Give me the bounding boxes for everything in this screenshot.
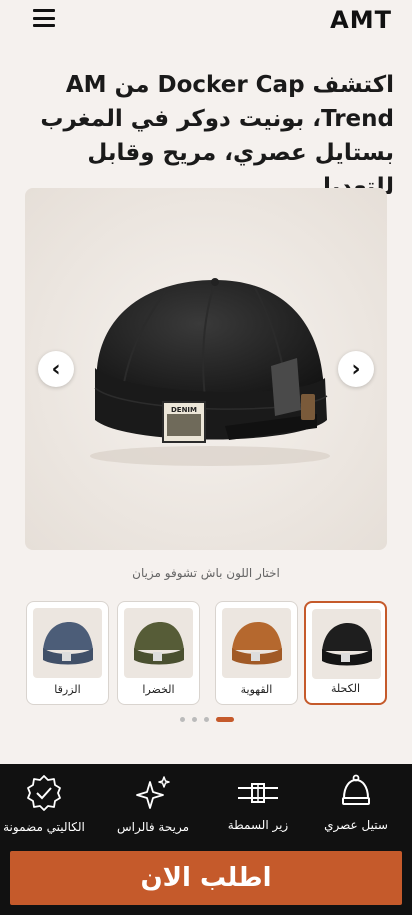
swatch-label: الخضرا bbox=[142, 683, 175, 696]
feature-quality: الكاليتي مضمونة bbox=[0, 774, 88, 835]
swatch-label: الزرقا bbox=[54, 683, 81, 696]
swatch-brown[interactable]: القهوية bbox=[215, 601, 298, 705]
sparkles-icon bbox=[136, 776, 170, 809]
carousel-dot[interactable] bbox=[204, 717, 209, 722]
order-now-button[interactable]: اطلب الان bbox=[10, 851, 402, 905]
adjustable-strap-icon bbox=[238, 783, 278, 803]
gallery-next-button[interactable]: › bbox=[338, 351, 374, 387]
feature-style: ستيل عصري bbox=[312, 774, 400, 833]
brand-logo[interactable]: AMT bbox=[330, 6, 392, 34]
feature-label: زير السمطة bbox=[227, 818, 289, 832]
page-headline: اكتشف Docker Cap من AM Trend، بونيت دوكر… bbox=[40, 72, 394, 200]
swatch-black[interactable]: الكحلة bbox=[304, 601, 387, 705]
beanie-icon bbox=[342, 774, 370, 805]
feature-comfort: مريحة فالراس bbox=[109, 774, 197, 835]
swatch-image bbox=[124, 608, 193, 678]
color-swatches: الكحلة القهوية الخضرا الزرقا bbox=[26, 601, 388, 706]
feature-label: ستيل عصري bbox=[324, 818, 388, 832]
carousel-dot-active[interactable] bbox=[216, 717, 234, 722]
swatch-image bbox=[312, 609, 381, 679]
feature-label: مريحة فالراس bbox=[116, 820, 190, 834]
swatch-label: القهوية bbox=[240, 683, 273, 696]
hamburger-menu-icon[interactable] bbox=[33, 9, 55, 27]
feature-strap: زير السمطة bbox=[214, 774, 302, 833]
chevron-right-icon: › bbox=[351, 356, 361, 382]
swatch-label: الكحلة bbox=[330, 682, 361, 695]
swatch-green[interactable]: الخضرا bbox=[117, 601, 200, 705]
carousel-dot[interactable] bbox=[180, 717, 185, 722]
quality-badge-icon bbox=[27, 775, 61, 811]
swatch-image bbox=[33, 608, 102, 678]
color-hint: اختار اللون باش تشوفو مزيان bbox=[132, 566, 280, 580]
chevron-left-icon: ‹ bbox=[51, 356, 61, 382]
product-image: DENIM bbox=[25, 188, 387, 550]
carousel-dot[interactable] bbox=[192, 717, 197, 722]
cap-patch-label: DENIM bbox=[171, 406, 197, 414]
feature-label: الكاليتي مضمونة bbox=[3, 820, 85, 834]
black-docker-cap-photo: DENIM bbox=[25, 188, 387, 550]
swatch-image bbox=[222, 608, 291, 678]
gallery-prev-button[interactable]: ‹ bbox=[38, 351, 74, 387]
header: AMT bbox=[0, 0, 412, 40]
swatch-blue[interactable]: الزرقا bbox=[26, 601, 109, 705]
